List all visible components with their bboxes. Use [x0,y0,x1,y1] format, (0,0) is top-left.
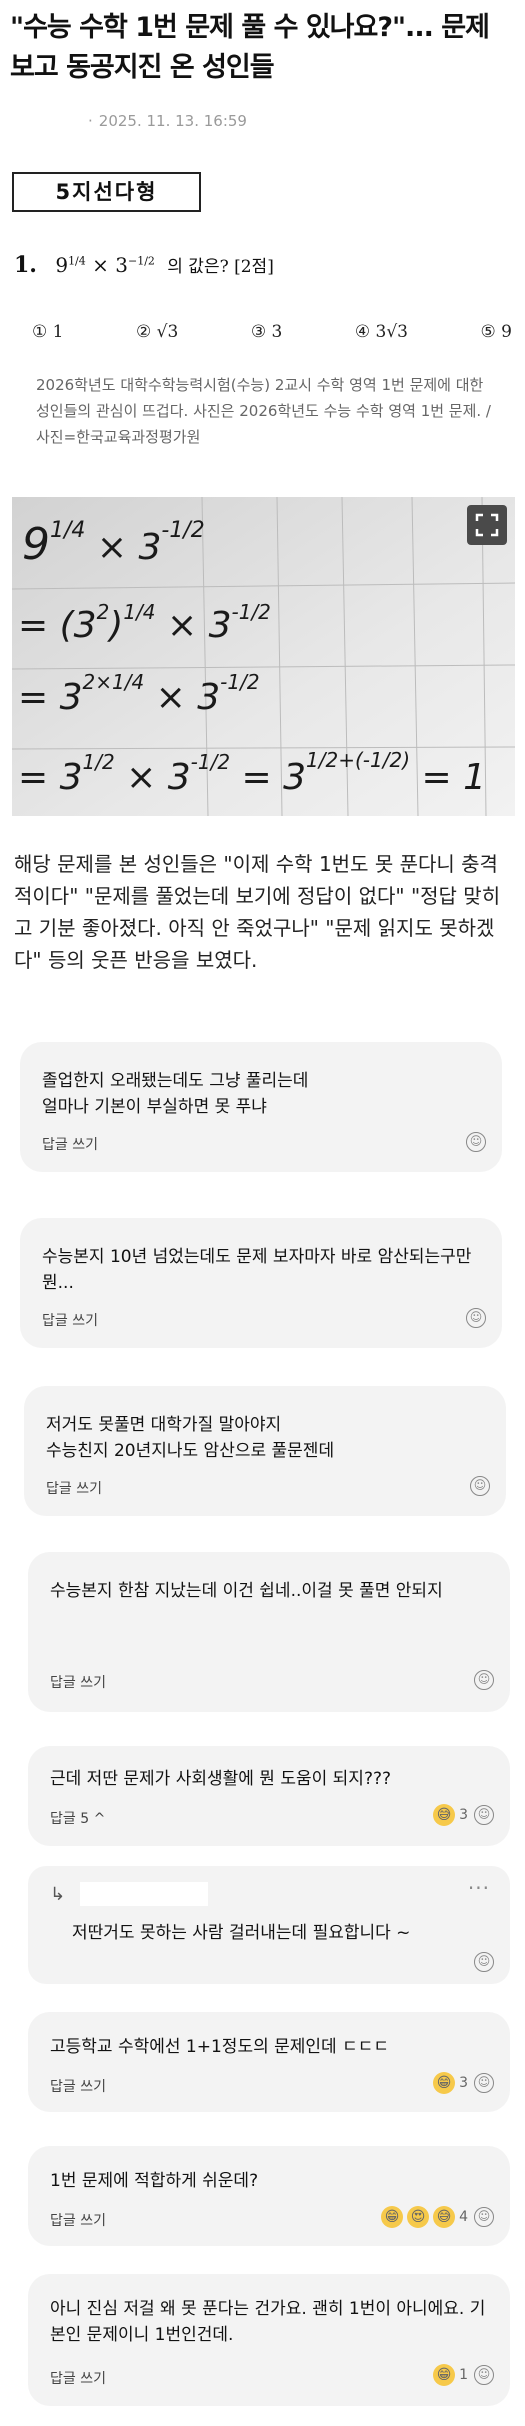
comment-text: 1번 문제에 적합하게 쉬운데? [50,2171,259,2191]
reply-button[interactable]: 답글 쓰기 [50,2368,106,2388]
reply-button[interactable]: 답글 쓰기 [42,1310,98,1330]
answer-choices: ① 1 ② √3 ③ 3 ④ 3√3 ⑤ 9 [32,322,512,342]
comment-text: 아니 진심 저걸 왜 못 푼다는 건가요. 괜히 1번이 아니에요. 기본인 문… [50,2299,486,2345]
replies-toggle[interactable]: 답글 5 ^ [50,1808,105,1828]
add-reaction-icon[interactable]: ☺ [474,1670,494,1690]
add-reaction-icon[interactable]: ☺ [466,1132,486,1152]
add-reaction-icon[interactable]: ☺ [470,1476,490,1496]
reaction-area: 😁 3 ☺ [433,2072,494,2094]
article-date: · 2025. 11. 13. 16:59 [88,112,247,130]
comment-card: 근데 저딴 문제가 사회생활에 뭔 도움이 되지??? 답글 5 ^ 😅 3 ☺ [28,1746,510,1846]
comment-card: 졸업한지 오래됐는데도 그냥 풀리는데 얼마나 기본이 부실하면 못 푸냐 답글… [20,1042,502,1172]
reply-button[interactable]: 답글 쓰기 [50,2210,106,2230]
expand-icon[interactable] [467,505,507,545]
add-reaction-icon[interactable]: ☺ [474,2207,494,2227]
image-caption: 2026학년도 대학수학능력시험(수능) 2교시 수학 영역 1번 문제에 대한… [36,376,491,446]
reaction-area: ☺ [472,1670,494,1690]
add-reaction-icon[interactable]: ☺ [466,1308,486,1328]
grinning-emoji-icon: 😁 [433,2072,456,2094]
comment-card: 수능본지 한참 지났는데 이건 쉽네..이걸 못 풀면 안되지 답글 쓰기 ☺ [28,1552,510,1712]
comment-text: 저딴거도 못하는 사람 걸러내는데 필요합니다 ~ [72,1923,411,1943]
exam-type-badge: 5지선다형 [12,172,201,212]
heart-eyes-emoji-icon: 😍 [407,2206,430,2228]
reaction-area: ☺ [472,1952,494,1972]
comment-text: 고등학교 수학에선 1+1정도의 문제인데 ㄷㄷㄷ [50,2037,390,2057]
reply-button[interactable]: 답글 쓰기 [42,1134,98,1154]
sweat-smile-emoji-icon: 😅 [433,2206,456,2228]
reply-button[interactable]: 답글 쓰기 [46,1478,102,1498]
reaction-area: 😁 😍 😅 4 ☺ [381,2206,494,2228]
article-body: 해당 문제를 본 성인들은 "이제 수학 1번도 못 푼다니 충격적이다" "문… [14,852,501,972]
reaction-area: 😅 3 ☺ [433,1804,494,1826]
add-reaction-icon[interactable]: ☺ [474,1952,494,1972]
add-reaction-icon[interactable]: ☺ [474,2365,494,2385]
grinning-emoji-icon: 😁 [381,2206,404,2228]
choice-3: ③ 3 [250,322,283,342]
question-tail: 의 값은? [2점] [167,257,274,277]
reply-arrow-icon: ↳ [50,1884,66,1905]
grinning-emoji-icon: 😁 [433,2364,456,2386]
comment-card: 고등학교 수학에선 1+1정도의 문제인데 ㄷㄷㄷ 답글 쓰기 😁 3 ☺ [28,2012,510,2112]
handwriting-drawing: 91/4 × 3-1/2 = (32)1/4 × 3-1/2 = 32×1/4 … [12,497,515,816]
reaction-area: ☺ [468,1476,490,1496]
choice-5: ⑤ 9 [480,322,512,342]
question-expression: 91/4 × 3−1/2 [55,253,155,277]
comment-card: 1번 문제에 적합하게 쉬운데? 답글 쓰기 😁 😍 😅 4 ☺ [28,2146,510,2246]
add-reaction-icon[interactable]: ☺ [474,1805,494,1825]
question-number: 1. [14,252,37,278]
nested-reply-card: ↳ ··· 저딴거도 못하는 사람 걸러내는데 필요합니다 ~ ☺ [28,1866,510,1984]
comment-card: 수능본지 10년 넘었는데도 문제 보자마자 바로 암산되는구만 뭔... 답글… [20,1218,502,1348]
choice-1: ① 1 [32,322,64,342]
reaction-area: ☺ [464,1308,486,1328]
comment-card: 아니 진심 저걸 왜 못 푼다는 건가요. 괜히 1번이 아니에요. 기본인 문… [28,2274,510,2406]
more-options-icon[interactable]: ··· [468,1876,490,1900]
comment-text: 수능본지 10년 넘었는데도 문제 보자마자 바로 암산되는구만 뭔... [42,1247,472,1293]
choice-2: ② √3 [136,322,179,342]
reaction-area: ☺ [464,1132,486,1152]
article-title: "수능 수학 1번 문제 풀 수 있나요?"... 문제 보고 동공지진 온 성… [10,12,490,83]
bullet-icon: · [88,112,93,130]
comment-text: 졸업한지 오래됐는데도 그냥 풀리는데 얼마나 기본이 부실하면 못 푸냐 [42,1071,309,1117]
redacted-username [80,1882,208,1906]
question-line: 1. 91/4 × 3−1/2 의 값은? [2점] [14,252,274,278]
choice-4: ④ 3√3 [354,322,408,342]
comment-card: 저거도 못풀면 대학가질 말아야지 수능친지 20년지나도 암산으로 풀문젠데 … [24,1386,506,1516]
add-reaction-icon[interactable]: ☺ [474,2073,494,2093]
comment-text: 저거도 못풀면 대학가질 말아야지 수능친지 20년지나도 암산으로 풀문젠데 [46,1415,335,1461]
comment-text: 수능본지 한참 지났는데 이건 쉽네..이걸 못 풀면 안되지 [50,1581,443,1601]
reaction-area: 😁 1 ☺ [433,2364,494,2386]
sweat-smile-emoji-icon: 😅 [433,1804,456,1826]
reply-button[interactable]: 답글 쓰기 [50,2076,106,2096]
comment-text: 근데 저딴 문제가 사회생활에 뭔 도움이 되지??? [50,1769,392,1789]
reply-button[interactable]: 답글 쓰기 [50,1672,106,1692]
handwritten-solution-photo: 91/4 × 3-1/2 = (32)1/4 × 3-1/2 = 32×1/4 … [12,497,515,816]
